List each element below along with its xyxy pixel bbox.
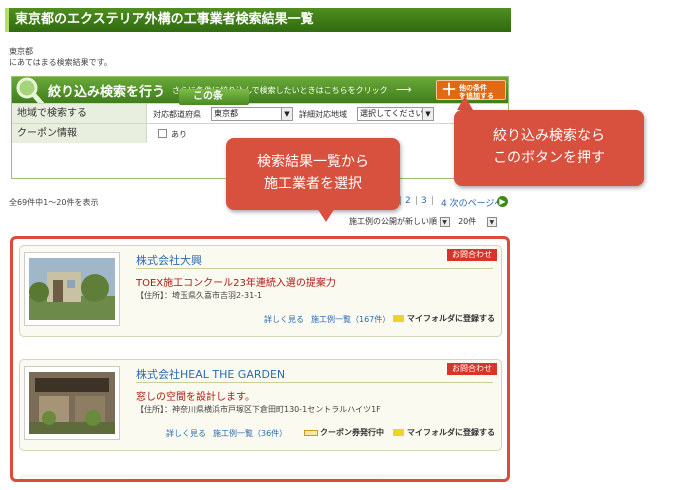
results-list: 株式会社大興 お問合わせ TOEX施工コンクール23年連続入選の提案力 【住所】… bbox=[10, 236, 510, 482]
detail-select-label: 詳細対応地域 bbox=[299, 110, 347, 119]
company-name[interactable]: 株式会社大興 bbox=[136, 252, 202, 268]
page-link-4[interactable]: 4 bbox=[441, 199, 447, 209]
coupon-label: クーポン情報 bbox=[12, 124, 147, 143]
callout-tail bbox=[317, 208, 335, 222]
arrow-right-icon: ⟶ bbox=[396, 83, 412, 96]
pref-select-value: 東京都 bbox=[214, 109, 238, 118]
company-name[interactable]: 株式会社HEAL THE GARDEN bbox=[136, 366, 285, 382]
page-link-2[interactable]: 2 bbox=[405, 196, 411, 206]
company-catchphrase: 窓しの空間を設計します。 bbox=[136, 392, 255, 403]
search-results-page: 東京都のエクステリア外構の工事業者検索結果一覧 東京都 にあてはまる検索結果です… bbox=[5, 8, 511, 490]
coupon-badge[interactable]: クーポン券発行中 bbox=[304, 427, 384, 438]
card-divider bbox=[136, 268, 493, 269]
company-card: 株式会社大興 お問合わせ TOEX施工コンクール23年連続入選の提案力 【住所】… bbox=[19, 245, 502, 337]
add-to-folder-link[interactable]: マイフォルダに登録する bbox=[393, 427, 495, 438]
company-photo bbox=[29, 372, 115, 434]
next-page-link[interactable]: 4 次のページへ bbox=[441, 196, 503, 209]
sort-bar: 施工例の公開が新しい順 ▼ 20件 ▼ bbox=[349, 216, 497, 227]
coupon-option-label: あり bbox=[171, 130, 187, 139]
region-row: 地域で検索する 対応都道府県 東京都 ▼ 詳細対応地域 選択してください ▼ bbox=[12, 103, 508, 123]
detail-select-value: 選択してください bbox=[360, 109, 424, 118]
add-to-folder-label: マイフォルダに登録する bbox=[407, 428, 495, 437]
company-card-partial bbox=[19, 475, 502, 479]
works-link[interactable]: 施工例一覧（167件） bbox=[311, 314, 390, 325]
coupon-checkbox[interactable] bbox=[158, 129, 167, 138]
per-page-value: 20件 bbox=[458, 217, 477, 226]
results-callout-line1: 検索結果一覧から bbox=[257, 154, 369, 170]
region-label: 地域で検索する bbox=[12, 104, 147, 123]
prefecture-label: 東京都 bbox=[9, 47, 33, 56]
works-link[interactable]: 施工例一覧（36件） bbox=[213, 428, 287, 439]
company-address: 【住所】：神奈川県横浜市戸塚区下倉田町130-1セントラルハイツ1F bbox=[136, 405, 381, 414]
result-count: 全69件中1〜20件を表示 bbox=[9, 198, 99, 207]
callout-tail bbox=[457, 96, 473, 110]
add-to-folder-label: マイフォルダに登録する bbox=[407, 314, 495, 323]
folder-icon bbox=[393, 315, 404, 322]
next-page-label: 次のページへ bbox=[449, 199, 504, 209]
company-catchphrase: TOEX施工コンクール23年連続入選の提案力 bbox=[136, 278, 336, 289]
search-button[interactable]: この条 bbox=[179, 89, 249, 105]
coupon-label: クーポン券発行中 bbox=[320, 428, 384, 437]
filter-callout-line2: このボタンを押す bbox=[493, 150, 605, 166]
pref-select[interactable]: 東京都 ▼ bbox=[211, 107, 293, 121]
company-card: 株式会社HEAL THE GARDEN お問合わせ 窓しの空間を設計します。 【… bbox=[19, 359, 502, 451]
inquiry-button[interactable]: お問合わせ bbox=[447, 249, 497, 261]
screenshot-frame: 東京都のエクステリア外構の工事業者検索結果一覧 東京都 にあてはまる検索結果です… bbox=[0, 0, 700, 490]
filter-title: 絞り込み検索を行う bbox=[48, 85, 166, 100]
company-address: 【住所】：埼玉県久喜市吉羽2-31-1 bbox=[136, 291, 263, 300]
filter-callout: 絞り込み検索なら このボタンを押す bbox=[454, 110, 644, 186]
add-to-folder-link[interactable]: マイフォルダに登録する bbox=[393, 313, 495, 324]
chevron-down-icon: ▼ bbox=[422, 108, 433, 120]
sort-dropdown-icon[interactable]: ▼ bbox=[439, 216, 450, 227]
folder-icon bbox=[393, 429, 404, 436]
card-divider bbox=[136, 382, 493, 383]
company-photo-frame[interactable] bbox=[24, 252, 120, 326]
coupon-icon bbox=[304, 429, 318, 436]
sort-value: 施工例の公開が新しい順 bbox=[349, 217, 437, 226]
detail-select[interactable]: 選択してください ▼ bbox=[357, 107, 434, 121]
page-link-3[interactable]: 3 bbox=[421, 196, 427, 206]
detail-link[interactable]: 詳しく見る bbox=[264, 314, 304, 325]
next-arrow-icon[interactable]: ▶ bbox=[497, 196, 508, 207]
intro-text: にあてはまる検索結果です。 bbox=[9, 58, 112, 67]
detail-link[interactable]: 詳しく見る bbox=[166, 428, 206, 439]
plus-icon: ＋ bbox=[441, 80, 458, 99]
chevron-down-icon: ▼ bbox=[281, 108, 292, 120]
page-title: 東京都のエクステリア外構の工事業者検索結果一覧 bbox=[5, 8, 511, 32]
inquiry-button[interactable]: お問合わせ bbox=[447, 363, 497, 375]
pref-select-label: 対応都道府県 bbox=[153, 110, 201, 119]
results-callout-line2: 施工業者を選択 bbox=[264, 176, 362, 192]
filter-callout-line1: 絞り込み検索なら bbox=[493, 128, 605, 144]
company-photo bbox=[29, 258, 115, 320]
per-page-dropdown-icon[interactable]: ▼ bbox=[486, 216, 497, 227]
company-photo-frame[interactable] bbox=[24, 366, 120, 440]
filter-header[interactable]: 絞り込み検索を行う さらに条件に絞り込んで検索したいときはこちらをクリック ⟶ … bbox=[12, 77, 508, 107]
results-callout: 検索結果一覧から 施工業者を選択 bbox=[226, 138, 400, 210]
